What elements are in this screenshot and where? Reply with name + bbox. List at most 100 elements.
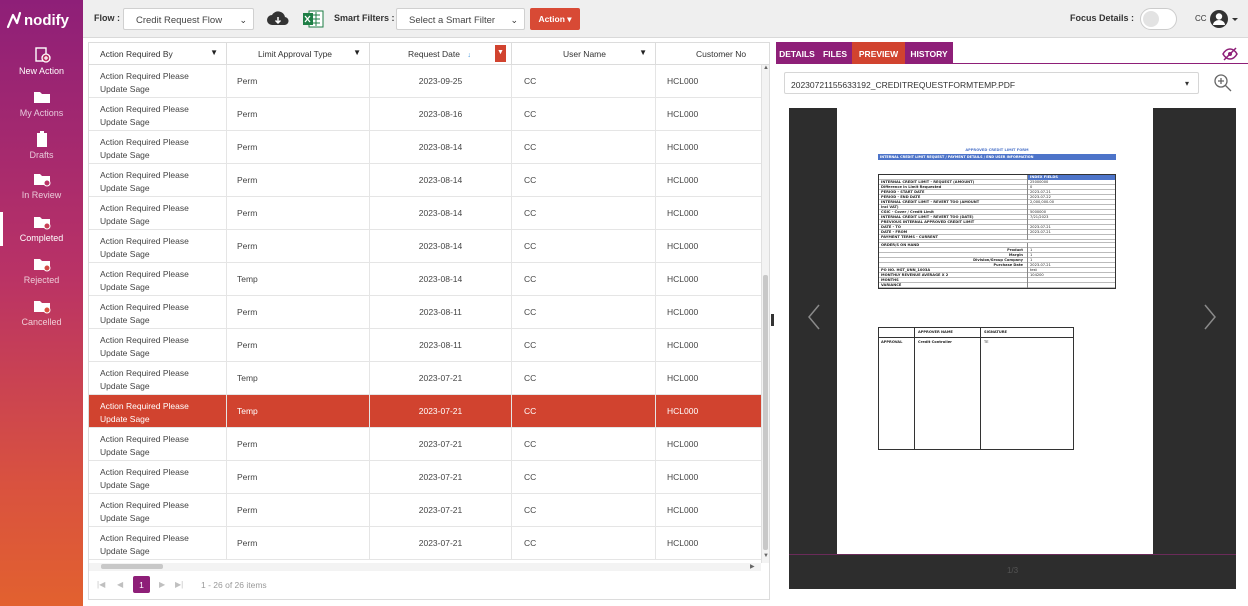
form-field-label: PERIOD - END DATE bbox=[881, 195, 921, 199]
sidebar-item-my-actions[interactable]: My Actions bbox=[0, 89, 83, 118]
cell-limit-approval-type: Perm bbox=[227, 527, 370, 560]
chevron-right-icon[interactable] bbox=[1203, 303, 1217, 331]
sidebar-item-new-action[interactable]: New Action bbox=[0, 47, 83, 76]
scroll-right-icon[interactable]: ▶ bbox=[750, 563, 755, 570]
table-row[interactable]: Action Required Please Update Sage Perm 202… bbox=[89, 164, 761, 197]
cell-request-date: 2023-07-21 bbox=[370, 494, 512, 527]
vertical-scrollbar[interactable]: ▲ ▼ bbox=[761, 65, 769, 563]
table-row[interactable]: Action Required Please Update Sage Perm 202… bbox=[89, 494, 761, 527]
action-required-line2: Update Sage bbox=[100, 447, 150, 457]
sidebar-item-in-review[interactable]: In Review bbox=[0, 171, 83, 200]
sidebar-item-cancelled[interactable]: Cancelled bbox=[0, 298, 83, 327]
tab-history[interactable]: HISTORY bbox=[905, 42, 953, 64]
cell-request-date: 2023-07-21 bbox=[370, 527, 512, 560]
filter-active-icon[interactable]: ▼ bbox=[495, 45, 506, 62]
approver-column: APPROVER NAME Credit Controller bbox=[915, 328, 981, 449]
cell-user-name: CC bbox=[512, 65, 656, 98]
scrollbar-thumb[interactable] bbox=[763, 275, 768, 550]
approver-name: Credit Controller bbox=[918, 340, 952, 344]
tab-files[interactable]: FILES bbox=[818, 42, 852, 64]
first-page-icon[interactable]: |◀ bbox=[97, 580, 105, 589]
action-required-line1: Action Required Please bbox=[100, 533, 189, 543]
filter-icon[interactable]: ▼ bbox=[639, 48, 647, 57]
action-required-line2: Update Sage bbox=[100, 117, 150, 127]
flow-select[interactable]: Credit Request Flow ⌄ bbox=[123, 8, 254, 30]
column-header-customer-no[interactable]: Customer No bbox=[656, 43, 769, 65]
scroll-up-icon[interactable]: ▲ bbox=[763, 65, 769, 71]
hide-preview-icon[interactable] bbox=[1222, 47, 1238, 61]
table-row[interactable]: Action Required Please Update Sage Temp 202… bbox=[89, 263, 761, 296]
main-content: Action Required By ▼ Limit Approval Type… bbox=[88, 42, 1248, 600]
cell-user-name: CC bbox=[512, 296, 656, 329]
table-row[interactable]: Action Required Please Update Sage Perm 202… bbox=[89, 296, 761, 329]
cell-limit-approval-type: Perm bbox=[227, 131, 370, 164]
form-field-label: INTERNAL CREDIT LIMIT - REVERT TOO (AMOU… bbox=[881, 200, 980, 204]
form-po-rows: PO NO. HGT_UNN_1003A test MONTHLY REVENUE … bbox=[879, 268, 1115, 288]
excel-export-icon[interactable] bbox=[302, 9, 324, 29]
cell-limit-approval-type: Temp bbox=[227, 395, 370, 428]
action-required-line1: Action Required Please bbox=[100, 269, 189, 279]
action-dropdown-button[interactable]: Action ▾ bbox=[530, 8, 580, 30]
cell-action-required-by: Action Required Please Update Sage bbox=[89, 494, 227, 527]
smart-filter-select[interactable]: Select a Smart Filter ⌄ bbox=[396, 8, 525, 30]
column-header-request-date[interactable]: Request Date ↓ ▼ bbox=[370, 43, 512, 65]
table-row-selected[interactable]: Action Required Please Update Sage Temp 202… bbox=[89, 395, 761, 428]
cell-user-name: CC bbox=[512, 164, 656, 197]
table-row[interactable]: Action Required Please Update Sage Perm 202… bbox=[89, 98, 761, 131]
action-required-line2: Update Sage bbox=[100, 381, 150, 391]
sidebar-item-rejected[interactable]: Rejected bbox=[0, 256, 83, 285]
cell-customer-no: HCL000 bbox=[667, 373, 699, 383]
chevron-left-icon[interactable] bbox=[807, 303, 821, 331]
last-page-icon[interactable]: ▶| bbox=[175, 580, 183, 589]
action-required-line1: Action Required Please bbox=[100, 335, 189, 345]
table-row[interactable]: Action Required Please Update Sage Perm 202… bbox=[89, 461, 761, 494]
action-required-line2: Update Sage bbox=[100, 315, 150, 325]
cloud-download-icon[interactable] bbox=[266, 9, 290, 29]
flow-select-value: Credit Request Flow bbox=[136, 15, 223, 26]
file-select[interactable]: 20230721155633192_CREDITREQUESTFORMTEMP.… bbox=[784, 72, 1199, 94]
pane-splitter[interactable] bbox=[771, 314, 774, 326]
column-header-user-name[interactable]: User Name ▼ bbox=[512, 43, 656, 65]
tab-preview[interactable]: PREVIEW bbox=[852, 42, 905, 64]
table-row[interactable]: Action Required Please Update Sage Temp 202… bbox=[89, 362, 761, 395]
orders-label: ORDER/S ON HAND bbox=[881, 243, 920, 247]
form-field-label: CGIC - Cover / Credit Limit bbox=[881, 210, 934, 214]
scroll-down-icon[interactable]: ▼ bbox=[763, 553, 769, 559]
sidebar-item-drafts[interactable]: Drafts bbox=[0, 131, 83, 160]
cell-customer-no: HCL000 bbox=[667, 406, 699, 416]
cell-user-name: CC bbox=[512, 197, 656, 230]
next-page-icon[interactable]: ▶ bbox=[159, 580, 165, 589]
table-row[interactable]: Action Required Please Update Sage Perm 202… bbox=[89, 197, 761, 230]
zoom-in-icon[interactable] bbox=[1213, 73, 1233, 93]
filter-icon[interactable]: ▼ bbox=[210, 48, 218, 57]
column-header-label: Request Date bbox=[408, 49, 460, 59]
scrollbar-thumb[interactable] bbox=[101, 564, 163, 569]
table-row[interactable]: Action Required Please Update Sage Perm 202… bbox=[89, 230, 761, 263]
table-row[interactable]: Action Required Please Update Sage Perm 202… bbox=[89, 65, 761, 98]
filter-icon[interactable]: ▼ bbox=[353, 48, 361, 57]
cell-request-date: 2023-09-25 bbox=[370, 65, 512, 98]
cell-action-required-by: Action Required Please Update Sage bbox=[89, 98, 227, 131]
focus-details-toggle[interactable] bbox=[1140, 8, 1177, 30]
table-row[interactable]: Action Required Please Update Sage Perm 202… bbox=[89, 527, 761, 560]
form-field-label: PERIOD - START DATE bbox=[881, 190, 925, 194]
tab-details[interactable]: DETAILS bbox=[776, 42, 818, 64]
table-row[interactable]: Action Required Please Update Sage Perm 202… bbox=[89, 428, 761, 461]
sidebar-item-completed[interactable]: Completed bbox=[0, 214, 83, 243]
file-select-value: 20230721155633192_CREDITREQUESTFORMTEMP.… bbox=[791, 80, 1016, 90]
preview-pane: DETAILS FILES PREVIEW HISTORY 2023072115… bbox=[776, 42, 1248, 600]
user-avatar-icon[interactable] bbox=[1208, 8, 1238, 30]
cell-request-date: 2023-08-16 bbox=[370, 98, 512, 131]
horizontal-scrollbar[interactable]: ▶ bbox=[89, 563, 761, 571]
page-number-button[interactable]: 1 bbox=[133, 576, 150, 593]
app-logo[interactable]: nodify bbox=[6, 8, 69, 32]
prev-page-icon[interactable]: ◀ bbox=[117, 580, 123, 589]
table-row[interactable]: Action Required Please Update Sage Perm 202… bbox=[89, 131, 761, 164]
column-header-action-required-by[interactable]: Action Required By ▼ bbox=[89, 43, 227, 65]
action-required-line2: Update Sage bbox=[100, 282, 150, 292]
column-header-limit-approval-type[interactable]: Limit Approval Type ▼ bbox=[227, 43, 370, 65]
preview-tabs: DETAILS FILES PREVIEW HISTORY bbox=[776, 42, 1248, 64]
user-initials: CC bbox=[1195, 14, 1207, 23]
table-row[interactable]: Action Required Please Update Sage Perm 202… bbox=[89, 329, 761, 362]
new-action-icon bbox=[34, 47, 51, 63]
